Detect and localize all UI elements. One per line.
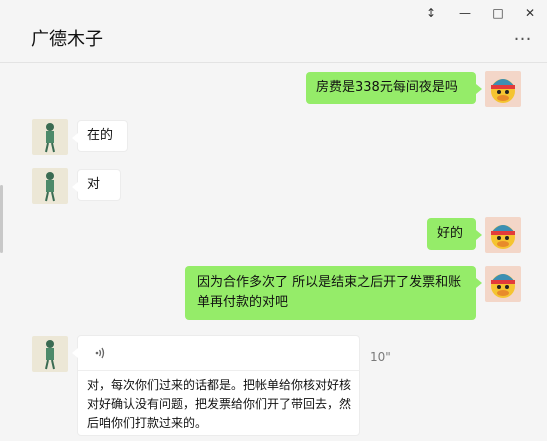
voice-message-bubble[interactable]: 对，每次你们过来的话都是。把帐单给你核对好核对好确认没有问题，把发票给你们开了带… <box>72 335 360 436</box>
self-avatar[interactable] <box>485 266 521 302</box>
message-text: 对 <box>87 177 101 192</box>
contact-avatar[interactable] <box>32 168 68 204</box>
scrollbar-thumb[interactable] <box>0 185 3 253</box>
self-avatar[interactable] <box>485 217 521 253</box>
message-text: 好的 <box>437 226 464 241</box>
message-bubble-contact[interactable]: 在的 <box>72 120 128 152</box>
message-text: 在的 <box>87 128 114 143</box>
message-bubble-contact[interactable]: 对 <box>72 169 121 201</box>
minimize-button[interactable]: — <box>455 4 475 22</box>
voice-transcript: 对，每次你们过来的话都是。把帐单给你核对好核对好确认没有问题，把发票给你们开了带… <box>87 378 352 430</box>
voice-wave-icon <box>95 347 105 359</box>
message-text: 房费是338元每间夜是吗 <box>316 80 458 95</box>
maximize-button[interactable]: □ <box>488 4 508 22</box>
message-bubble-self[interactable]: 因为合作多次了 所以是结束之后开了发票和账单再付款的对吧 <box>185 266 482 320</box>
more-options-button[interactable]: … <box>511 26 535 46</box>
title-bar: 广德木子 ↕ — □ ✕ … <box>0 0 547 63</box>
message-bubble-self[interactable]: 房费是338元每间夜是吗 <box>306 72 482 104</box>
contact-avatar[interactable] <box>32 119 68 155</box>
scrollbar[interactable] <box>0 62 4 441</box>
voice-play-area[interactable] <box>78 336 360 371</box>
self-avatar[interactable] <box>485 71 521 107</box>
close-button[interactable]: ✕ <box>520 4 540 22</box>
contact-avatar[interactable] <box>32 336 68 372</box>
chat-title: 广德木子 <box>31 29 103 50</box>
more-icon: … <box>513 24 533 45</box>
message-text: 因为合作多次了 所以是结束之后开了发票和账单再付款的对吧 <box>197 275 462 310</box>
message-bubble-self[interactable]: 好的 <box>427 218 482 250</box>
voice-duration: 10" <box>370 350 391 364</box>
pin-icon[interactable]: ↕ <box>421 4 441 22</box>
